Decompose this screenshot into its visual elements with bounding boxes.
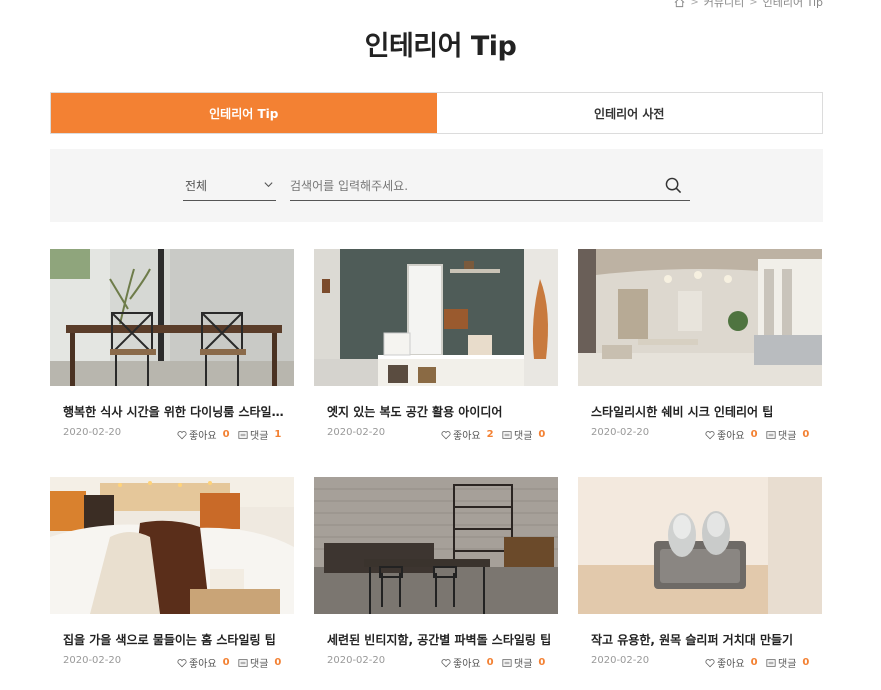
like-count: 0 bbox=[222, 657, 230, 668]
heart-icon bbox=[441, 430, 451, 440]
post-card[interactable]: 엣지 있는 복도 공간 활용 아이디어 2020-02-20 좋아요 2 댓글 … bbox=[314, 249, 558, 442]
post-date: 2020-02-20 bbox=[591, 655, 650, 666]
like-count: 2 bbox=[486, 429, 494, 440]
like-label: 좋아요 bbox=[717, 659, 745, 670]
breadcrumb: > 커뮤니티 > 인테리어 Tip bbox=[674, 0, 823, 10]
like-count: 0 bbox=[486, 657, 494, 668]
like-label: 좋아요 bbox=[189, 659, 217, 670]
comment-count: 0 bbox=[538, 657, 546, 668]
post-title[interactable]: 세련된 빈티지함, 공간별 파벽돌 스타일링 팁 bbox=[314, 631, 554, 648]
post-thumbnail-autumn-bedroom[interactable] bbox=[50, 477, 294, 614]
post-thumbnail-brick-loft[interactable] bbox=[314, 477, 558, 614]
comment-label: 댓글 bbox=[514, 659, 533, 670]
post-card[interactable]: 세련된 빈티지함, 공간별 파벽돌 스타일링 팁 2020-02-20 좋아요 … bbox=[314, 477, 558, 670]
post-thumbnail-hallway[interactable] bbox=[314, 249, 558, 386]
comment-count: 1 bbox=[274, 429, 282, 440]
comment-button[interactable]: 댓글 0 bbox=[766, 655, 809, 670]
post-title[interactable]: 작고 유용한, 원목 슬리퍼 거치대 만들기 bbox=[578, 631, 818, 648]
comment-count: 0 bbox=[538, 429, 546, 440]
chevron-right-icon: > bbox=[749, 0, 758, 8]
search-icon[interactable] bbox=[665, 177, 682, 194]
post-title[interactable]: 엣지 있는 복도 공간 활용 아이디어 bbox=[314, 403, 554, 420]
category-select-value: 전체 bbox=[185, 179, 208, 193]
comment-icon bbox=[502, 430, 512, 440]
comment-icon bbox=[766, 658, 776, 668]
post-meta: 2020-02-20 좋아요 0 댓글 0 bbox=[314, 655, 558, 670]
like-count: 0 bbox=[222, 429, 230, 440]
heart-icon bbox=[705, 658, 715, 668]
post-date: 2020-02-20 bbox=[63, 427, 122, 438]
like-count: 0 bbox=[750, 429, 758, 440]
post-meta: 2020-02-20 좋아요 0 댓글 1 bbox=[50, 427, 294, 442]
tab-bar: 인테리어 Tip 인테리어 사전 bbox=[50, 92, 823, 134]
like-button[interactable]: 좋아요 0 bbox=[705, 427, 758, 442]
comment-label: 댓글 bbox=[778, 659, 797, 670]
chevron-right-icon: > bbox=[690, 0, 699, 8]
comment-icon bbox=[502, 658, 512, 668]
like-button[interactable]: 좋아요 0 bbox=[441, 655, 494, 670]
comment-icon bbox=[238, 430, 248, 440]
post-meta: 2020-02-20 좋아요 0 댓글 0 bbox=[578, 427, 822, 442]
heart-icon bbox=[441, 658, 451, 668]
post-date: 2020-02-20 bbox=[327, 427, 386, 438]
comment-label: 댓글 bbox=[514, 431, 533, 442]
comment-count: 0 bbox=[802, 657, 810, 668]
tab-interior-dictionary[interactable]: 인테리어 사전 bbox=[436, 93, 822, 133]
like-button[interactable]: 좋아요 0 bbox=[177, 427, 230, 442]
comment-button[interactable]: 댓글 0 bbox=[766, 427, 809, 442]
like-label: 좋아요 bbox=[717, 431, 745, 442]
post-title[interactable]: 집을 가을 색으로 물들이는 홈 스타일링 팁 bbox=[50, 631, 290, 648]
heart-icon bbox=[177, 430, 187, 440]
post-thumbnail-shabby-chic[interactable] bbox=[578, 249, 822, 386]
chevron-down-icon bbox=[263, 179, 274, 190]
category-select[interactable]: 전체 bbox=[183, 171, 276, 201]
comment-button[interactable]: 댓글 0 bbox=[502, 427, 545, 442]
breadcrumb-item-current[interactable]: 인테리어 Tip bbox=[763, 0, 823, 10]
post-meta: 2020-02-20 좋아요 0 댓글 0 bbox=[50, 655, 294, 670]
comment-button[interactable]: 댓글 0 bbox=[238, 655, 281, 670]
post-meta: 2020-02-20 좋아요 2 댓글 0 bbox=[314, 427, 558, 442]
like-label: 좋아요 bbox=[453, 431, 481, 442]
like-label: 좋아요 bbox=[189, 431, 217, 442]
breadcrumb-item-community[interactable]: 커뮤니티 bbox=[704, 0, 744, 10]
post-date: 2020-02-20 bbox=[327, 655, 386, 666]
tab-interior-tip[interactable]: 인테리어 Tip bbox=[51, 93, 437, 133]
post-meta: 2020-02-20 좋아요 0 댓글 0 bbox=[578, 655, 822, 670]
post-title[interactable]: 스타일리시한 쉐비 시크 인테리어 팁 bbox=[578, 403, 818, 420]
post-title[interactable]: 행복한 식사 시간을 위한 다이닝룸 스타일… bbox=[50, 403, 290, 420]
post-thumbnail-dining-room[interactable] bbox=[50, 249, 294, 386]
comment-count: 0 bbox=[802, 429, 810, 440]
comment-label: 댓글 bbox=[778, 431, 797, 442]
like-button[interactable]: 좋아요 2 bbox=[441, 427, 494, 442]
post-date: 2020-02-20 bbox=[63, 655, 122, 666]
post-card[interactable]: 작고 유용한, 원목 슬리퍼 거치대 만들기 2020-02-20 좋아요 0 … bbox=[578, 477, 822, 670]
post-card[interactable]: 집을 가을 색으로 물들이는 홈 스타일링 팁 2020-02-20 좋아요 0… bbox=[50, 477, 294, 670]
comment-label: 댓글 bbox=[250, 659, 269, 670]
like-button[interactable]: 좋아요 0 bbox=[177, 655, 230, 670]
post-card[interactable]: 스타일리시한 쉐비 시크 인테리어 팁 2020-02-20 좋아요 0 댓글 … bbox=[578, 249, 822, 442]
comment-icon bbox=[238, 658, 248, 668]
post-date: 2020-02-20 bbox=[591, 427, 650, 438]
heart-icon bbox=[177, 658, 187, 668]
post-thumbnail-slipper-rack[interactable] bbox=[578, 477, 822, 614]
page-title: 인테리어 Tip bbox=[364, 31, 517, 62]
search-area: 전체 bbox=[50, 149, 823, 222]
search-input[interactable] bbox=[290, 171, 650, 201]
like-button[interactable]: 좋아요 0 bbox=[705, 655, 758, 670]
comment-icon bbox=[766, 430, 776, 440]
comment-button[interactable]: 댓글 1 bbox=[238, 427, 281, 442]
comment-button[interactable]: 댓글 0 bbox=[502, 655, 545, 670]
post-card[interactable]: 행복한 식사 시간을 위한 다이닝룸 스타일… 2020-02-20 좋아요 0… bbox=[50, 249, 294, 442]
home-icon[interactable] bbox=[674, 0, 685, 8]
heart-icon bbox=[705, 430, 715, 440]
like-label: 좋아요 bbox=[453, 659, 481, 670]
search-field bbox=[290, 171, 690, 201]
like-count: 0 bbox=[750, 657, 758, 668]
comment-label: 댓글 bbox=[250, 431, 269, 442]
comment-count: 0 bbox=[274, 657, 282, 668]
